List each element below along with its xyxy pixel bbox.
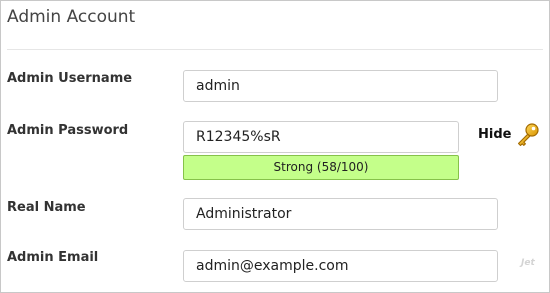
password-strength-meter: Strong (58/100) [183,155,459,180]
admin-username-label: Admin Username [7,71,133,86]
real-name-input[interactable] [183,198,498,230]
admin-username-input[interactable] [183,70,498,102]
hide-password-link[interactable]: Hide [478,127,511,142]
real-name-label: Real Name [7,200,86,215]
admin-email-input[interactable] [183,250,498,282]
admin-password-input[interactable] [183,121,459,153]
title-divider [7,49,543,50]
admin-password-label: Admin Password [7,123,129,138]
admin-email-label: Admin Email [7,250,99,265]
key-icon[interactable] [515,122,541,148]
admin-account-panel: Admin Account Admin Username Admin Passw… [0,0,550,293]
watermark-logo: Jet [521,258,535,268]
section-title: Admin Account [7,7,136,27]
